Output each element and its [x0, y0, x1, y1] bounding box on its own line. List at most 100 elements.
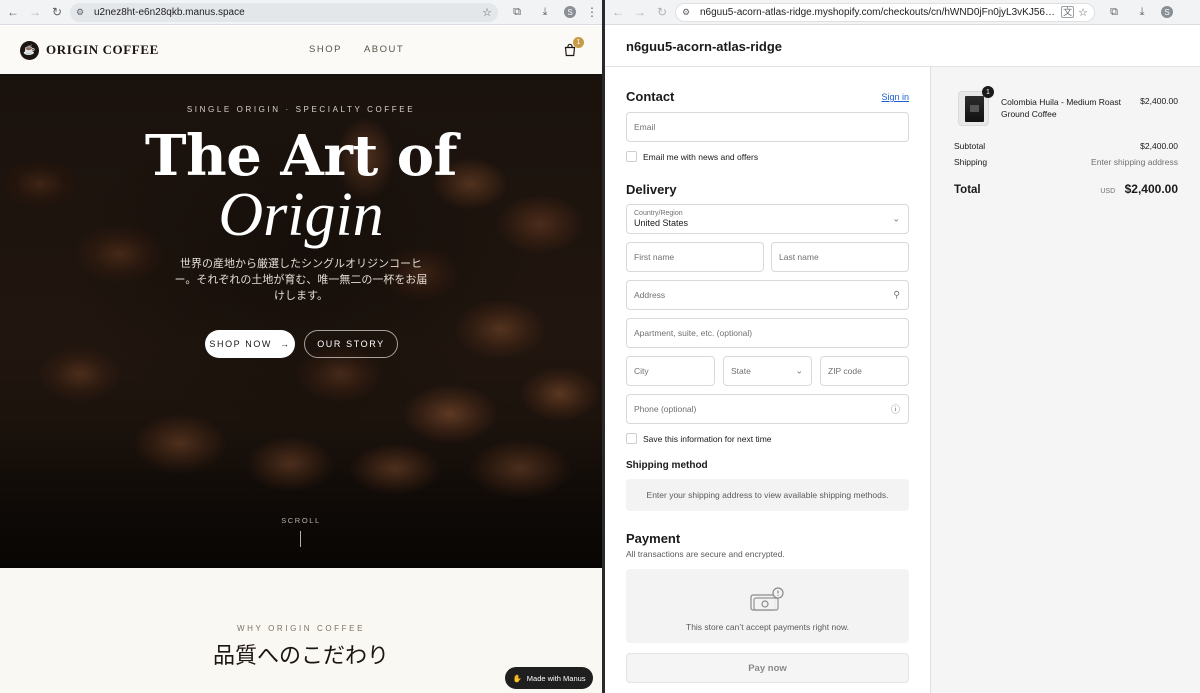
contact-heading: Contact: [626, 89, 675, 104]
state-select[interactable]: State ⌄: [723, 356, 812, 386]
country-select[interactable]: Country/Region United States ⌄: [626, 204, 909, 234]
bookmark-star-icon[interactable]: ☆: [482, 6, 492, 19]
subtotal-row: Subtotal $2,400.00: [954, 141, 1178, 151]
address-bar[interactable]: ⚙ u2nez8ht-e6n28qkb.manus.space ☆: [70, 2, 498, 22]
forward-icon[interactable]: →: [631, 3, 649, 21]
zip-placeholder: ZIP code: [828, 366, 862, 376]
total-value: $2,400.00: [1124, 182, 1178, 196]
download-icon[interactable]: ⤓: [536, 3, 554, 21]
city-placeholder: City: [634, 366, 649, 376]
site-header: ☕ ORIGIN COFFEE SHOP ABOUT 1: [0, 26, 602, 74]
brand-name[interactable]: ORIGIN COFFEE: [46, 42, 159, 58]
news-label: Email me with news and offers: [643, 151, 759, 162]
address-bar-url: n6guu5-acorn-atlas-ridge.myshopify.com/c…: [700, 6, 1058, 18]
total-row: Total USD $2,400.00: [954, 180, 1178, 198]
nav-about[interactable]: ABOUT: [364, 44, 404, 55]
subtotal-value: $2,400.00: [1140, 141, 1178, 151]
shipping-value: Enter shipping address: [1091, 157, 1178, 167]
total-label: Total: [954, 184, 981, 196]
shop-now-label: SHOP NOW: [209, 339, 273, 349]
extensions-icon[interactable]: ⧉: [508, 3, 526, 21]
news-opt-in-row[interactable]: Email me with news and offers: [626, 151, 758, 162]
order-summary: 1 Colombia Huila - Medium Roast Ground C…: [930, 67, 1200, 693]
phone-placeholder: Phone (optional): [634, 404, 697, 414]
shipping-row: Shipping Enter shipping address: [954, 157, 1178, 167]
hero-eyebrow: SINGLE ORIGIN · SPECIALTY COFFEE: [186, 105, 416, 114]
checkout-form: Contact Sign in Email Email me with news…: [605, 67, 930, 693]
why-eyebrow: WHY ORIGIN COFFEE: [236, 624, 366, 633]
zip-field[interactable]: ZIP code: [820, 356, 909, 386]
first-name-field[interactable]: First name: [626, 242, 764, 272]
payment-error-icon: [750, 587, 784, 611]
last-name-placeholder: Last name: [779, 252, 819, 262]
our-story-button[interactable]: OUR STORY: [304, 330, 398, 358]
profile-avatar[interactable]: S: [564, 6, 576, 18]
our-story-label: OUR STORY: [317, 339, 385, 349]
apartment-placeholder: Apartment, suite, etc. (optional): [634, 328, 753, 338]
right-browser-toolbar: ← → ↻ ⚙ n6guu5-acorn-atlas-ridge.myshopi…: [605, 0, 1200, 25]
email-placeholder: Email: [634, 122, 656, 132]
payment-subtitle: All transactions are secure and encrypte…: [626, 549, 785, 559]
first-name-placeholder: First name: [634, 252, 675, 262]
site-nav: SHOP ABOUT: [309, 44, 404, 55]
delivery-heading: Delivery: [626, 182, 677, 197]
reload-icon[interactable]: ↻: [653, 3, 671, 21]
product-price: $2,400.00: [1140, 96, 1178, 106]
cart-count-badge: 1: [573, 37, 584, 48]
phone-field[interactable]: Phone (optional) ⓘ: [626, 394, 909, 424]
address-bar-url: u2nez8ht-e6n28qkb.manus.space: [94, 6, 245, 18]
coffee-cup-logo-icon[interactable]: ☕: [20, 40, 39, 60]
address-placeholder: Address: [634, 290, 666, 300]
email-field[interactable]: Email: [626, 112, 909, 142]
made-with-label: Made with Manus: [526, 673, 586, 683]
made-with-manus-badge[interactable]: ✋ Made with Manus: [505, 667, 593, 689]
site-info-icon[interactable]: ⚙: [76, 7, 88, 18]
country-label: Country/Region: [634, 210, 683, 217]
download-icon[interactable]: ⤓: [1133, 3, 1151, 21]
menu-kebab-icon[interactable]: ⋮: [586, 5, 598, 19]
scroll-indicator-line: [300, 531, 301, 547]
shipping-method-notice: Enter your shipping address to view avai…: [626, 479, 909, 511]
manus-hand-icon: ✋: [512, 673, 522, 683]
forward-icon[interactable]: →: [26, 3, 44, 21]
news-checkbox[interactable]: [626, 151, 637, 162]
hero-title-line1: The Art of: [144, 123, 458, 189]
origin-coffee-site: ☕ ORIGIN COFFEE SHOP ABOUT 1 SINGLE ORIG…: [0, 26, 602, 693]
back-icon[interactable]: ←: [609, 3, 627, 21]
save-info-row[interactable]: Save this information for next time: [626, 433, 772, 444]
coffee-bag-image: [965, 96, 984, 122]
shipping-label: Shipping: [954, 157, 988, 167]
arrow-right-icon: →: [280, 339, 291, 349]
chevron-down-icon: ⌄: [795, 365, 803, 376]
save-info-label: Save this information for next time: [643, 433, 772, 444]
payment-unavailable-box: This store can’t accept payments right n…: [626, 569, 909, 643]
pay-now-button[interactable]: Pay now: [626, 653, 909, 683]
extensions-icon[interactable]: ⧉: [1105, 3, 1123, 21]
sign-in-link[interactable]: Sign in: [881, 92, 909, 102]
search-icon: ⚲: [893, 289, 900, 300]
quantity-badge: 1: [982, 86, 994, 98]
checkout-page: n6guu5-acorn-atlas-ridge Contact Sign in…: [605, 26, 1200, 693]
scroll-indicator-label: SCROLL: [281, 516, 321, 525]
apartment-field[interactable]: Apartment, suite, etc. (optional): [626, 318, 909, 348]
chevron-down-icon: ⌄: [892, 213, 900, 224]
address-field[interactable]: Address ⚲: [626, 280, 909, 310]
save-info-checkbox[interactable]: [626, 433, 637, 444]
translate-icon[interactable]: 文: [1061, 6, 1075, 18]
reload-icon[interactable]: ↻: [48, 3, 66, 21]
last-name-field[interactable]: Last name: [771, 242, 909, 272]
nav-shop[interactable]: SHOP: [309, 44, 342, 55]
payment-heading: Payment: [626, 531, 681, 546]
back-icon[interactable]: ←: [4, 3, 22, 21]
site-info-icon[interactable]: ⚙: [682, 7, 694, 18]
address-bar[interactable]: ⚙ n6guu5-acorn-atlas-ridge.myshopify.com…: [675, 2, 1095, 22]
city-field[interactable]: City: [626, 356, 715, 386]
pay-now-label: Pay now: [748, 662, 787, 674]
profile-avatar[interactable]: S: [1161, 6, 1173, 18]
hero-section: SINGLE ORIGIN · SPECIALTY COFFEE The Art…: [0, 74, 602, 568]
bookmark-star-icon[interactable]: ☆: [1078, 6, 1088, 19]
shop-now-button[interactable]: SHOP NOW →: [205, 330, 295, 358]
total-currency: USD: [1100, 188, 1116, 195]
help-circle-icon[interactable]: ⓘ: [891, 403, 900, 416]
shop-name-header[interactable]: n6guu5-acorn-atlas-ridge: [605, 26, 1200, 67]
